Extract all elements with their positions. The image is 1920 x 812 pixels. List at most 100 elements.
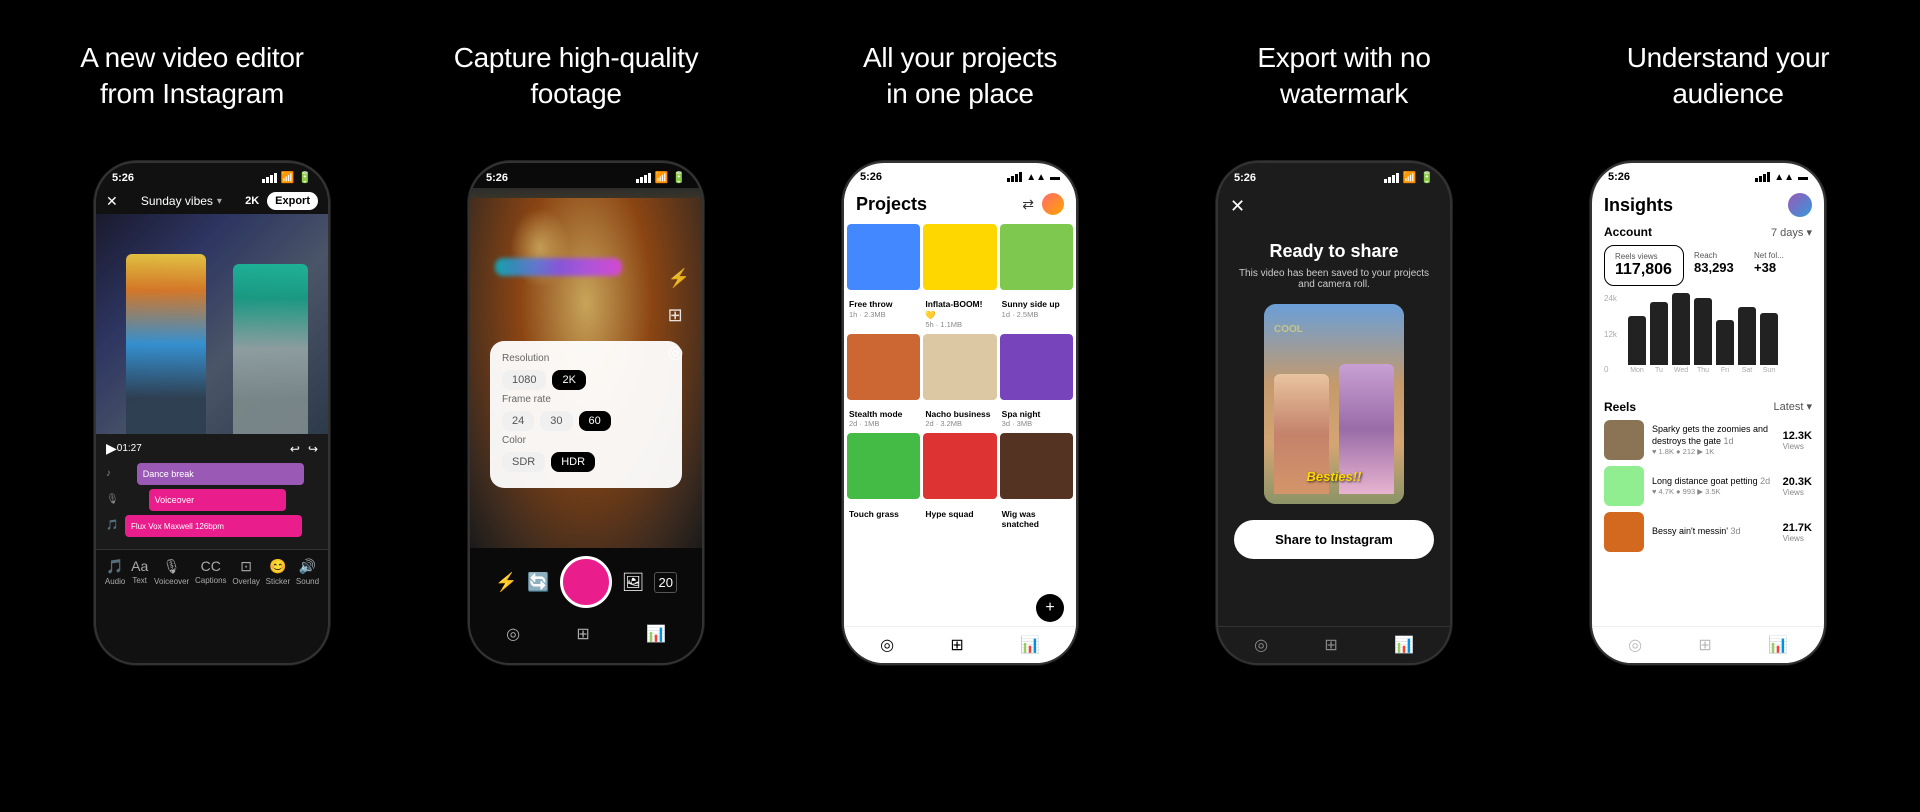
resolution-label: Resolution [502,353,670,364]
insights-avatar[interactable] [1788,193,1812,217]
phone1-time: 5:26 [112,172,134,184]
reel-views-value: 12.3K [1783,430,1812,442]
phone4-close-icon[interactable]: ✕ [1230,196,1245,217]
list-item[interactable]: Spa night 3d · 3MB [1000,334,1073,431]
days-filter[interactable]: 7 days ▾ [1771,226,1812,239]
nav-chart-icon-3[interactable]: 📊 [1020,635,1040,655]
add-project-button[interactable]: + [1036,594,1064,622]
voiceover-track-icon: 🎙 [106,494,118,505]
fps-30-option[interactable]: 30 [540,411,572,431]
project-thumbnail [1000,334,1073,407]
y-label-bot: 0 [1604,365,1617,374]
list-item[interactable]: Sunny side up 1d · 2.5MB [1000,224,1073,331]
redo-icon[interactable]: ↪ [308,442,318,456]
resolution-options: 1080 2K [502,370,670,390]
phone4-status-icons: 📶 🔋 [1384,171,1434,184]
nav-record-icon-4[interactable]: ◎ [1254,635,1268,655]
play-icon[interactable]: ▶ [106,440,117,457]
reel-info: Sparky gets the zoomies and destroys the… [1652,424,1775,456]
project-info: Hype squad [923,507,996,521]
phone2-status-icons: 📶 🔋 [636,171,686,184]
audio-tool[interactable]: 🎵 Audio [105,558,125,586]
chart-bar-column: Tu [1650,302,1668,374]
list-item[interactable]: Inflata-BOOM! 💛 5h · 1.1MB [923,224,996,331]
list-item[interactable]: Wig was snatched [1000,433,1073,531]
undo-icon[interactable]: ↩ [290,442,300,456]
sdr-option[interactable]: SDR [502,452,545,472]
voiceover-tool[interactable]: 🎙 Voiceover [154,558,189,586]
res-1080-option[interactable]: 1080 [502,370,546,390]
list-item[interactable]: Free throw 1h · 2.3MB [847,224,920,331]
nav-record-icon-3[interactable]: ◎ [880,635,894,655]
reel-thumbnail [1604,466,1644,506]
dance-track[interactable]: Dance break [137,463,304,485]
phone1-bottom-bar: 🎵 Audio Aa Text 🎙 Voiceover CC [96,549,328,594]
reach-label: Reach [1694,251,1734,260]
phone1-export-button[interactable]: Export [267,192,318,210]
signal-bars-icon-2 [636,173,651,183]
flip-camera-icon[interactable]: 🔄 [527,572,549,593]
nav-chart-icon-5[interactable]: 📊 [1768,635,1788,655]
text-tool[interactable]: Aa Text [131,558,148,586]
flux-track[interactable]: Flux Vox Maxwell 126bpm [125,515,302,537]
list-item[interactable]: Touch grass [847,433,920,531]
reels-filter[interactable]: Latest ▾ [1773,400,1812,414]
grid-icon[interactable]: ⊞ [668,305,690,326]
nav-chart-icon[interactable]: 📊 [646,624,666,644]
nav-grid-icon-4[interactable]: ⊞ [1324,635,1337,655]
flash-toggle-icon[interactable]: ⚡ [495,572,517,593]
nav-record-icon[interactable]: ◎ [506,624,520,644]
nav-grid-icon[interactable]: ⊞ [576,624,589,644]
phone1-close-icon[interactable]: ✕ [106,193,118,210]
gallery-icon[interactable]: 🖼 [622,572,645,593]
user-avatar[interactable] [1042,193,1064,215]
res-2k-option[interactable]: 2K [552,370,585,390]
filter-icon[interactable]: ⇄ [1022,196,1034,213]
list-item[interactable]: Nacho business 2d · 3.2MB [923,334,996,431]
nav-grid-icon-3[interactable]: ⊞ [950,635,963,655]
overlay-tool[interactable]: ⊡ Overlay [232,558,260,586]
phone-1: 5:26 📶 🔋 ✕ Sunday vibes [96,163,328,663]
reel-item[interactable]: Sparky gets the zoomies and destroys the… [1604,420,1812,460]
sticker-tool-label: Sticker [266,577,290,586]
share-instagram-button[interactable]: Share to Instagram [1234,520,1434,559]
phone2-bottom-nav: ◎ ⊞ 📊 [470,616,702,652]
phone1-header: ✕ Sunday vibes ▾ 2K Export [96,188,328,214]
shutter-button[interactable] [560,556,612,608]
fps-24-option[interactable]: 24 [502,411,534,431]
phone1-status-icons: 📶 🔋 [262,171,312,184]
flash-icon[interactable]: ⚡ [668,268,690,289]
captions-tool[interactable]: CC Captions [195,558,227,586]
framerate-options: 24 30 60 [502,411,670,431]
timer-icon[interactable]: 20 [654,572,676,593]
sound-tool[interactable]: 🔊 Sound [296,558,319,586]
reel-views-container: 12.3K Views [1783,430,1812,451]
reel-item[interactable]: Bessy ain't messin' 3d 21.7K Views [1604,512,1812,552]
phone-2: 5:26 📶 🔋 [470,163,702,663]
project-info: Nacho business 2d · 3.2MB [923,407,996,430]
projects-grid: Free throw 1h · 2.3MB Inflata-BOOM! 💛 5h… [844,221,1076,534]
nav-grid-icon-5[interactable]: ⊞ [1698,635,1711,655]
fps-60-option[interactable]: 60 [579,411,611,431]
sound-tool-label: Sound [296,577,319,586]
project-name: Sunny side up [1002,299,1071,309]
reel-item[interactable]: Long distance goat petting 2d ♥ 4.7K ● 9… [1604,466,1812,506]
hdr-option[interactable]: HDR [551,452,595,472]
project-thumbnail [847,334,920,407]
face-highlight [510,208,570,288]
project-name: Hype squad [925,509,994,519]
project-thumbnail [923,433,996,506]
sticker-tool[interactable]: 😊 Sticker [266,558,290,586]
voiceover-track[interactable]: Voiceover [149,489,287,511]
phone4-status-bar: 5:26 📶 🔋 [1218,163,1450,188]
list-item[interactable]: Hype squad [923,433,996,531]
phone-5-frame: 5:26 ▲▲ ▬ Insights [1589,160,1827,666]
nav-chart-icon-4[interactable]: 📊 [1394,635,1414,655]
track-container-2: Voiceover [121,489,318,509]
phone3-header-icons: ⇄ [1022,193,1064,215]
chart-day-label: Tu [1655,367,1663,374]
list-item[interactable]: Stealth mode 2d · 1MB [847,334,920,431]
nav-record-icon-5[interactable]: ◎ [1628,635,1642,655]
heading-3: All your projectsin one place [863,40,1057,113]
phone-3: 5:26 ▲▲ ▬ Projects ⇄ [844,163,1076,663]
